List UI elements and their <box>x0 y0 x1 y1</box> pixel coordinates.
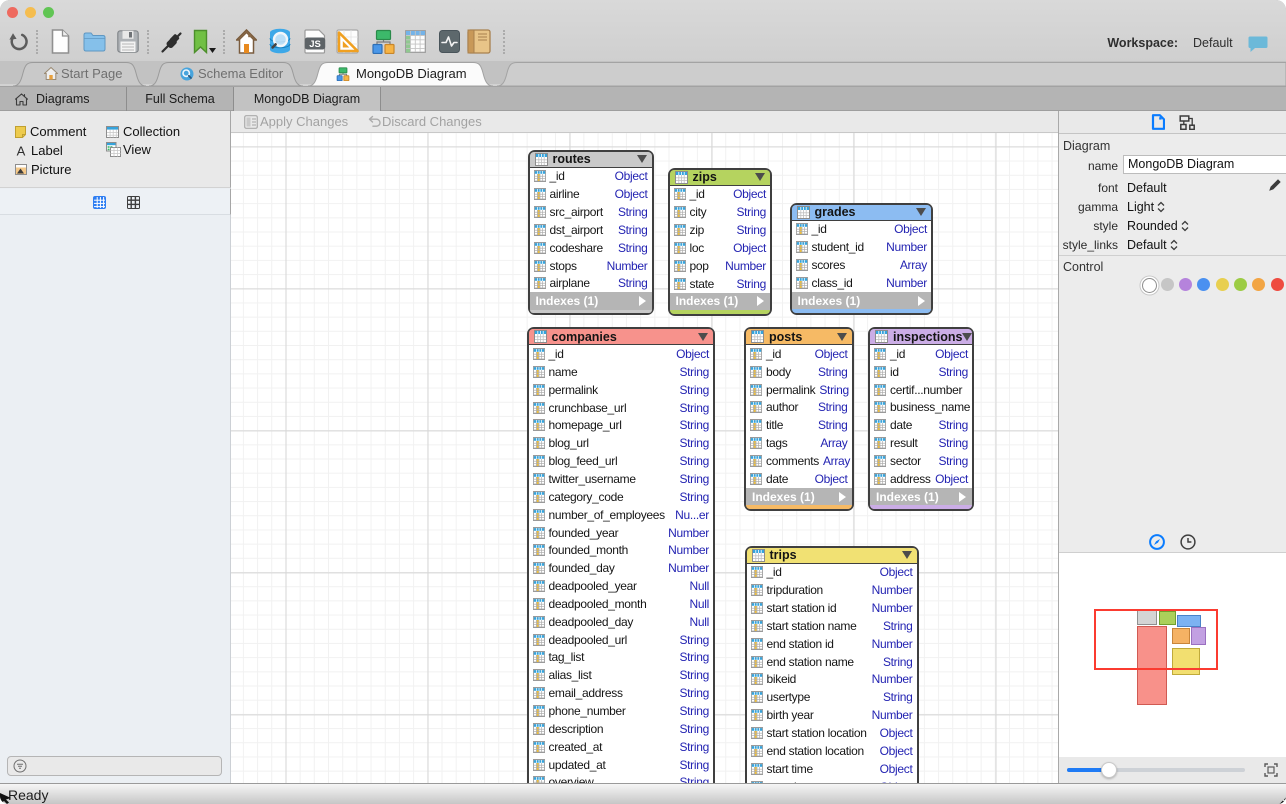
svg-text:A: A <box>17 144 26 157</box>
svg-text:JS: JS <box>309 39 321 50</box>
